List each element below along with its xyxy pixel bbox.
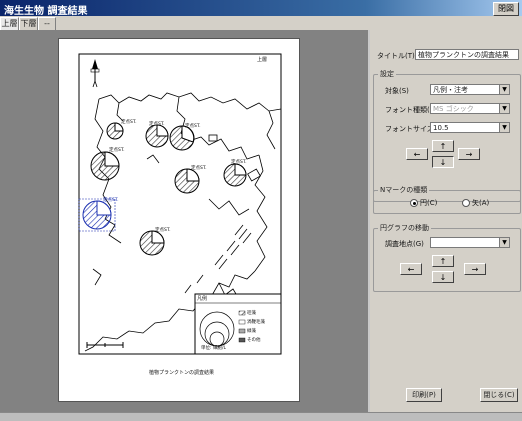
print-preview-area: 上層 定点ST. 定点ST. 定点ST. 定点ST. 定点ST. 定点ST. 定… [0, 30, 368, 412]
survey-point-label: 定点ST. [191, 166, 207, 171]
survey-point-select[interactable]: ▼ [430, 237, 510, 248]
survey-point-label: 定点ST. [231, 160, 247, 165]
north-mark-arrow-radio[interactable] [462, 199, 470, 207]
pie-move-right-button[interactable]: → [464, 263, 486, 275]
pie-move-group-title: 円グラフの移動 [378, 223, 431, 233]
survey-point-label: 定点ST. [109, 148, 125, 153]
tab-other[interactable]: -- [38, 17, 56, 30]
north-mark-group-title: Nマークの種類 [378, 185, 430, 195]
survey-point-label: 定点ST. [121, 120, 137, 125]
pie-chart-2 [145, 124, 169, 148]
survey-point-label: 定点ST. [155, 228, 171, 233]
tab-lower-layer[interactable]: 下層 [19, 17, 38, 30]
legend-item: 緑藻 [247, 329, 256, 334]
map-drawing [78, 53, 282, 355]
settings-group-title: 設定 [378, 69, 396, 79]
title-bar: 海生生物 調査結果 閉図 [0, 0, 522, 17]
move-up-button[interactable]: ↑ [432, 140, 454, 152]
north-mark-circle-label: 円(C) [420, 199, 438, 207]
font-type-value: MS ゴシック [433, 105, 474, 113]
move-right-button[interactable]: → [458, 148, 480, 160]
font-size-value: 10.5 [433, 124, 449, 132]
pie-chart-4 [174, 168, 200, 194]
chevron-down-icon: ▼ [499, 123, 509, 132]
pie-chart-1 [90, 151, 120, 181]
preview-paper: 上層 定点ST. 定点ST. 定点ST. 定点ST. 定点ST. 定点ST. 定… [58, 38, 300, 402]
pie-move-left-button[interactable]: ← [400, 263, 422, 275]
map-caption: 植物プランクトンの調査結果 [149, 370, 215, 376]
pie-chart-7 [139, 230, 165, 256]
close-button[interactable]: 閉じる(C) [480, 388, 518, 402]
window-title: 海生生物 調査結果 [4, 6, 88, 17]
chevron-down-icon: ▼ [499, 238, 509, 247]
move-down-button[interactable]: ↓ [432, 156, 454, 168]
legend-title: 凡例 [197, 296, 208, 302]
north-mark-arrow-label: 矢(A) [472, 199, 490, 207]
pie-chart-3 [169, 125, 195, 151]
chevron-down-icon: ▼ [499, 85, 509, 94]
tab-upper-layer[interactable]: 上層 [0, 17, 19, 30]
survey-point-label: 定点ST. [103, 198, 119, 203]
pie-chart-8 [106, 122, 124, 140]
chevron-down-icon: ▼ [499, 104, 509, 113]
pie-move-up-button[interactable]: ↑ [432, 255, 454, 267]
target-value: 凡例・注考 [433, 86, 468, 94]
title-field-label: タイトル(T) [377, 52, 415, 60]
font-size-select[interactable]: 10.5 ▼ [430, 122, 510, 133]
pie-move-down-button[interactable]: ↓ [432, 271, 454, 283]
target-label: 対象(S) [385, 87, 409, 95]
pie-chart-6-selected [78, 198, 116, 232]
survey-point-label: 定点ST. [149, 122, 165, 127]
font-type-label: フォント種類(F) [385, 106, 437, 114]
legend-item: その他 [247, 338, 261, 343]
target-select[interactable]: 凡例・注考 ▼ [430, 84, 510, 95]
print-button[interactable]: 印刷(P) [406, 388, 442, 402]
move-left-button[interactable]: ← [406, 148, 428, 160]
window-close-button[interactable]: 閉図 [493, 2, 519, 16]
survey-point-field-label: 調査地点(G) [385, 240, 424, 248]
north-arrow-icon [90, 59, 100, 88]
north-mark-circle-radio[interactable] [410, 199, 418, 207]
font-type-select[interactable]: MS ゴシック ▼ [430, 103, 510, 114]
legend-item: 渦鞭毛藻 [247, 320, 265, 325]
pie-chart-5 [223, 163, 247, 187]
legend-item: 珪藻 [247, 311, 256, 316]
settings-panel: タイトル(T) 植物プランクトンの調査結果 設定 対象(S) 凡例・注考 ▼ フ… [370, 30, 522, 412]
legend-unit-label: 単位: 細胞/L [201, 346, 226, 351]
survey-point-label: 定点ST. [185, 124, 201, 129]
title-input[interactable]: 植物プランクトンの調査結果 [415, 49, 519, 60]
layer-tabs: 上層 下層 -- [0, 16, 522, 30]
map-page-label: 上層 [257, 57, 268, 63]
